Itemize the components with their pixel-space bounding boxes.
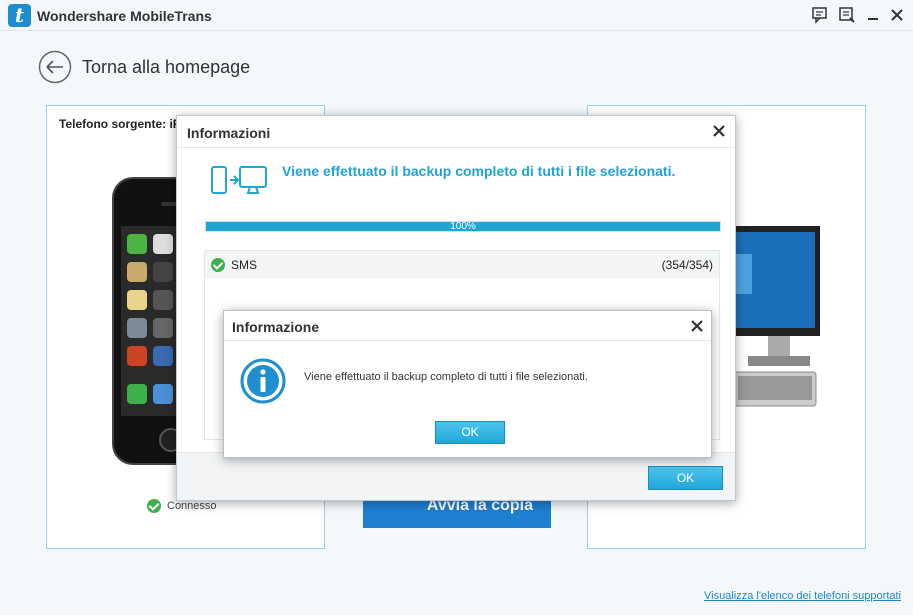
title-bar: t Wondershare MobileTrans: [0, 0, 913, 31]
dialog-footer: OK: [177, 452, 735, 500]
check-icon: [147, 499, 161, 513]
feedback-icon[interactable]: [811, 6, 829, 24]
app-logo-icon: t: [8, 4, 31, 27]
info-dialog-header: Informazione: [224, 311, 711, 341]
dialog-title: Informazioni: [187, 125, 271, 141]
info-dialog: Informazione Viene effettuato il backup …: [223, 310, 712, 458]
progress-percent: 100%: [450, 221, 476, 232]
supported-phones-link[interactable]: Visualizza l'elenco dei telefoni support…: [704, 590, 901, 602]
back-arrow-icon[interactable]: [38, 50, 72, 84]
close-icon[interactable]: [888, 6, 906, 24]
progress-bar: 100%: [205, 221, 721, 232]
info-dialog-title: Informazione: [232, 319, 320, 335]
info-icon: [240, 358, 286, 404]
info-ok-button[interactable]: OK: [435, 421, 505, 444]
info-message: Viene effettuato il backup completo di t…: [304, 371, 588, 383]
list-item: SMS (354/354): [205, 251, 719, 278]
dialog-close-icon[interactable]: [711, 123, 727, 139]
register-icon[interactable]: [838, 6, 856, 24]
connection-status: Connesso: [147, 499, 217, 513]
info-close-icon[interactable]: [689, 318, 705, 334]
list-item-count: (354/354): [661, 257, 713, 272]
list-item-name: SMS: [231, 257, 258, 272]
check-icon: [211, 257, 225, 272]
dialog-header: Informazioni: [177, 116, 735, 148]
connection-status-label: Connesso: [167, 500, 217, 512]
backup-message: Viene effettuato il backup completo di t…: [282, 163, 676, 179]
back-to-homepage-link[interactable]: Torna alla homepage: [82, 57, 250, 78]
phone-to-computer-icon: [211, 166, 267, 194]
ok-button[interactable]: OK: [648, 466, 723, 490]
computer-image: [728, 226, 820, 407]
app-title: Wondershare MobileTrans: [37, 8, 212, 24]
minimize-icon[interactable]: [864, 6, 882, 24]
source-phone-title: Telefono sorgente: iP: [59, 117, 181, 131]
